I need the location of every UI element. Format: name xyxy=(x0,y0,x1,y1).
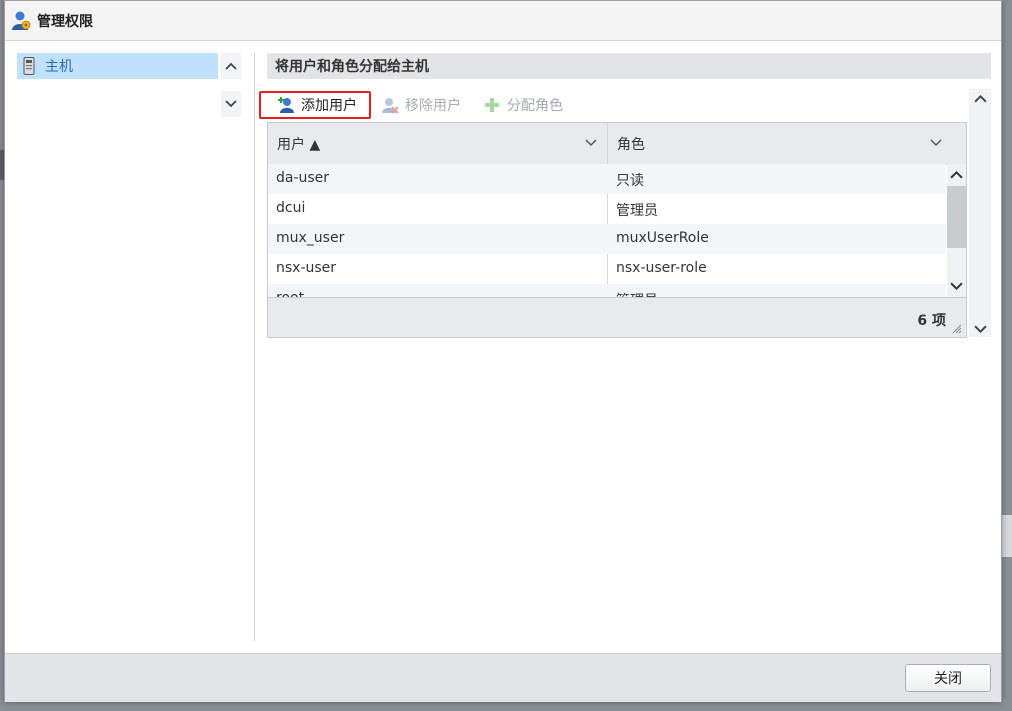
table-row[interactable]: da-user 只读 xyxy=(268,164,946,194)
table-row[interactable]: nsx-user nsx-user-role xyxy=(268,254,946,284)
chevron-down-icon[interactable] xyxy=(585,137,597,149)
cell-user: nsx-user xyxy=(276,260,337,276)
cell-role: 管理员 xyxy=(616,203,658,219)
cell-role: muxUserRole xyxy=(616,230,709,246)
right-scrollbar[interactable] xyxy=(969,89,991,337)
chevron-down-icon[interactable] xyxy=(950,280,963,293)
assign-role-label: 分配角色 xyxy=(507,98,563,114)
cell-role: 只读 xyxy=(616,173,644,189)
add-user-label: 添加用户 xyxy=(301,98,357,114)
pane-divider xyxy=(254,53,255,641)
background-app-strip xyxy=(1002,515,1012,557)
table-scrollbar-thumb[interactable] xyxy=(947,186,966,248)
toolbar: 添加用户 移除用户 分配角色 xyxy=(259,89,967,121)
remove-user-label: 移除用户 xyxy=(405,98,461,114)
host-icon xyxy=(23,57,35,75)
close-button[interactable]: 关闭 xyxy=(905,664,991,692)
table-row[interactable]: root 管理员 xyxy=(268,284,946,297)
chevron-up-icon[interactable] xyxy=(950,168,963,181)
chevron-up-icon xyxy=(225,62,237,70)
table-body: da-user 只读 dcui 管理员 mux_user muxUserRole… xyxy=(268,164,946,297)
table-header: 用户 ▲ 角色 xyxy=(268,123,966,165)
add-user-icon xyxy=(278,97,294,113)
remove-user-icon xyxy=(382,98,399,114)
left-navigation: 主机 xyxy=(17,53,243,643)
column-header-user[interactable]: 用户 ▲ xyxy=(268,123,607,164)
chevron-down-icon[interactable] xyxy=(930,137,942,149)
table-footer: 6 项 xyxy=(268,297,966,337)
cell-user: dcui xyxy=(276,200,306,216)
dialog-titlebar: 管理权限 xyxy=(5,1,1001,41)
table-row[interactable]: mux_user muxUserRole xyxy=(268,224,946,254)
item-count: 6 项 xyxy=(917,313,946,329)
column-header-role[interactable]: 角色 xyxy=(608,123,966,164)
user-icon xyxy=(12,11,31,30)
tree-item-label: 主机 xyxy=(45,59,73,75)
column-header-user-label: 用户 ▲ xyxy=(277,136,321,153)
cell-role: nsx-user-role xyxy=(616,260,707,276)
chevron-down-icon[interactable] xyxy=(974,323,987,336)
cell-user: mux_user xyxy=(276,230,345,246)
remove-user-button[interactable]: 移除用户 xyxy=(381,91,461,119)
dialog-title: 管理权限 xyxy=(37,13,93,30)
section-title: 将用户和角色分配给主机 xyxy=(267,53,991,79)
assign-role-button[interactable]: 分配角色 xyxy=(483,91,563,119)
chevron-up-icon[interactable] xyxy=(974,92,987,105)
cell-user: root xyxy=(276,290,304,297)
left-scroll-up-button[interactable] xyxy=(221,53,241,79)
add-user-button[interactable]: 添加用户 xyxy=(259,91,371,119)
user-role-table: 用户 ▲ 角色 da-user 只读 dcui 管理员 mux_user mux… xyxy=(267,122,967,338)
resize-grip-icon[interactable] xyxy=(952,324,962,334)
chevron-down-icon xyxy=(225,100,237,108)
plus-icon xyxy=(485,98,499,112)
table-row[interactable]: dcui 管理员 xyxy=(268,194,946,224)
dialog-footer: 关闭 xyxy=(5,653,1001,702)
column-header-role-label: 角色 xyxy=(617,136,645,153)
left-scroll-down-button[interactable] xyxy=(221,91,241,117)
manage-permissions-dialog: 管理权限 主机 将用户和角色分配给主机 添加用户 移除用户 分配角色 用户 ▲ … xyxy=(4,0,1002,702)
table-scrollbar[interactable] xyxy=(947,164,966,297)
cell-role: 管理员 xyxy=(616,290,658,297)
tree-item-host[interactable]: 主机 xyxy=(17,53,218,79)
cell-user: da-user xyxy=(276,170,330,186)
